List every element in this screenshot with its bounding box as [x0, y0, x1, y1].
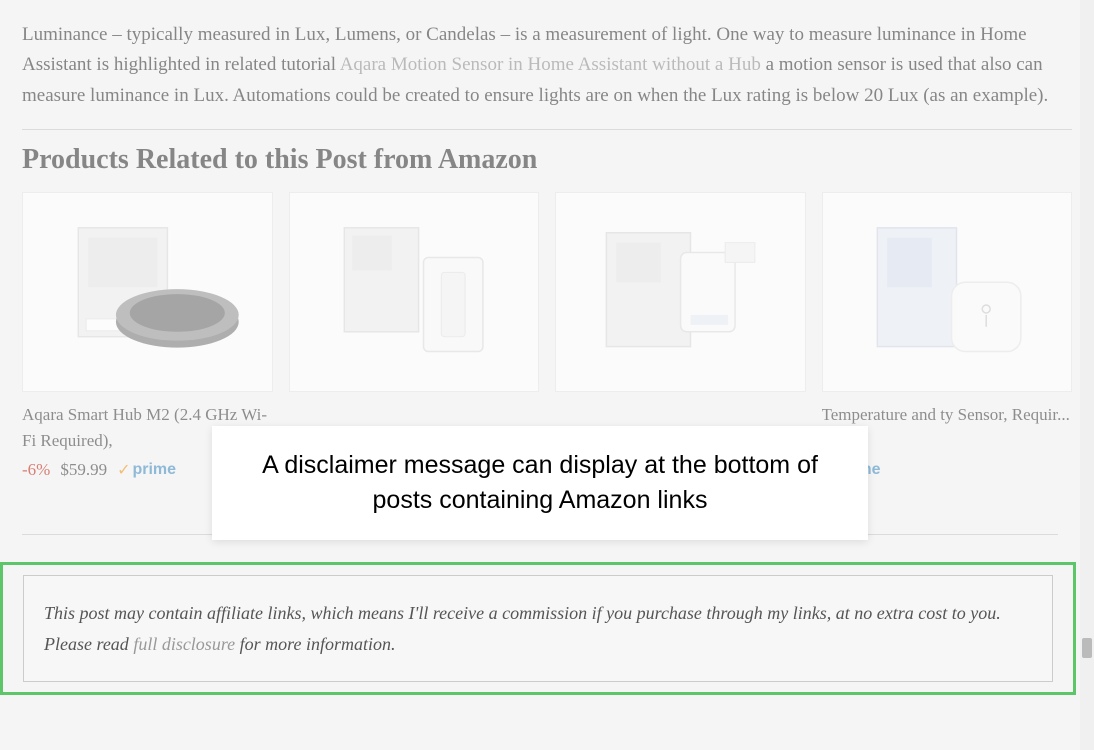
prime-badge: ✓prime	[117, 460, 176, 480]
intro-paragraph: Luminance – typically measured in Lux, L…	[22, 20, 1072, 111]
scrollbar-thumb[interactable]	[1082, 638, 1092, 658]
price: $59.99	[60, 460, 107, 480]
product-image[interactable]	[289, 192, 540, 392]
product-image[interactable]	[822, 192, 1073, 392]
product-image[interactable]	[22, 192, 273, 392]
callout-annotation: A disclaimer message can display at the …	[212, 426, 868, 540]
disclaimer-text: This post may contain affiliate links, w…	[44, 598, 1032, 659]
product-image[interactable]	[555, 192, 806, 392]
disclaimer-highlight: This post may contain affiliate links, w…	[0, 562, 1076, 695]
disclaimer-box: This post may contain affiliate links, w…	[23, 575, 1053, 682]
divider	[22, 129, 1072, 130]
related-tutorial-link[interactable]: Aqara Motion Sensor in Home Assistant wi…	[340, 54, 761, 75]
plug-image-icon	[575, 208, 786, 376]
sensor-image-icon	[841, 208, 1052, 376]
prime-check-icon: ✓	[117, 460, 130, 480]
products-section-title: Products Related to this Post from Amazo…	[22, 144, 1072, 176]
switch-image-icon	[308, 208, 519, 376]
hub-image-icon	[42, 208, 253, 376]
prime-text: prime	[132, 461, 176, 479]
callout-text: A disclaimer message can display at the …	[257, 448, 823, 518]
scrollbar-track[interactable]	[1080, 0, 1094, 750]
full-disclosure-link[interactable]: full disclosure	[133, 634, 235, 654]
disclaimer-text-after: for more information.	[235, 634, 395, 654]
discount-badge: -6%	[22, 460, 50, 480]
